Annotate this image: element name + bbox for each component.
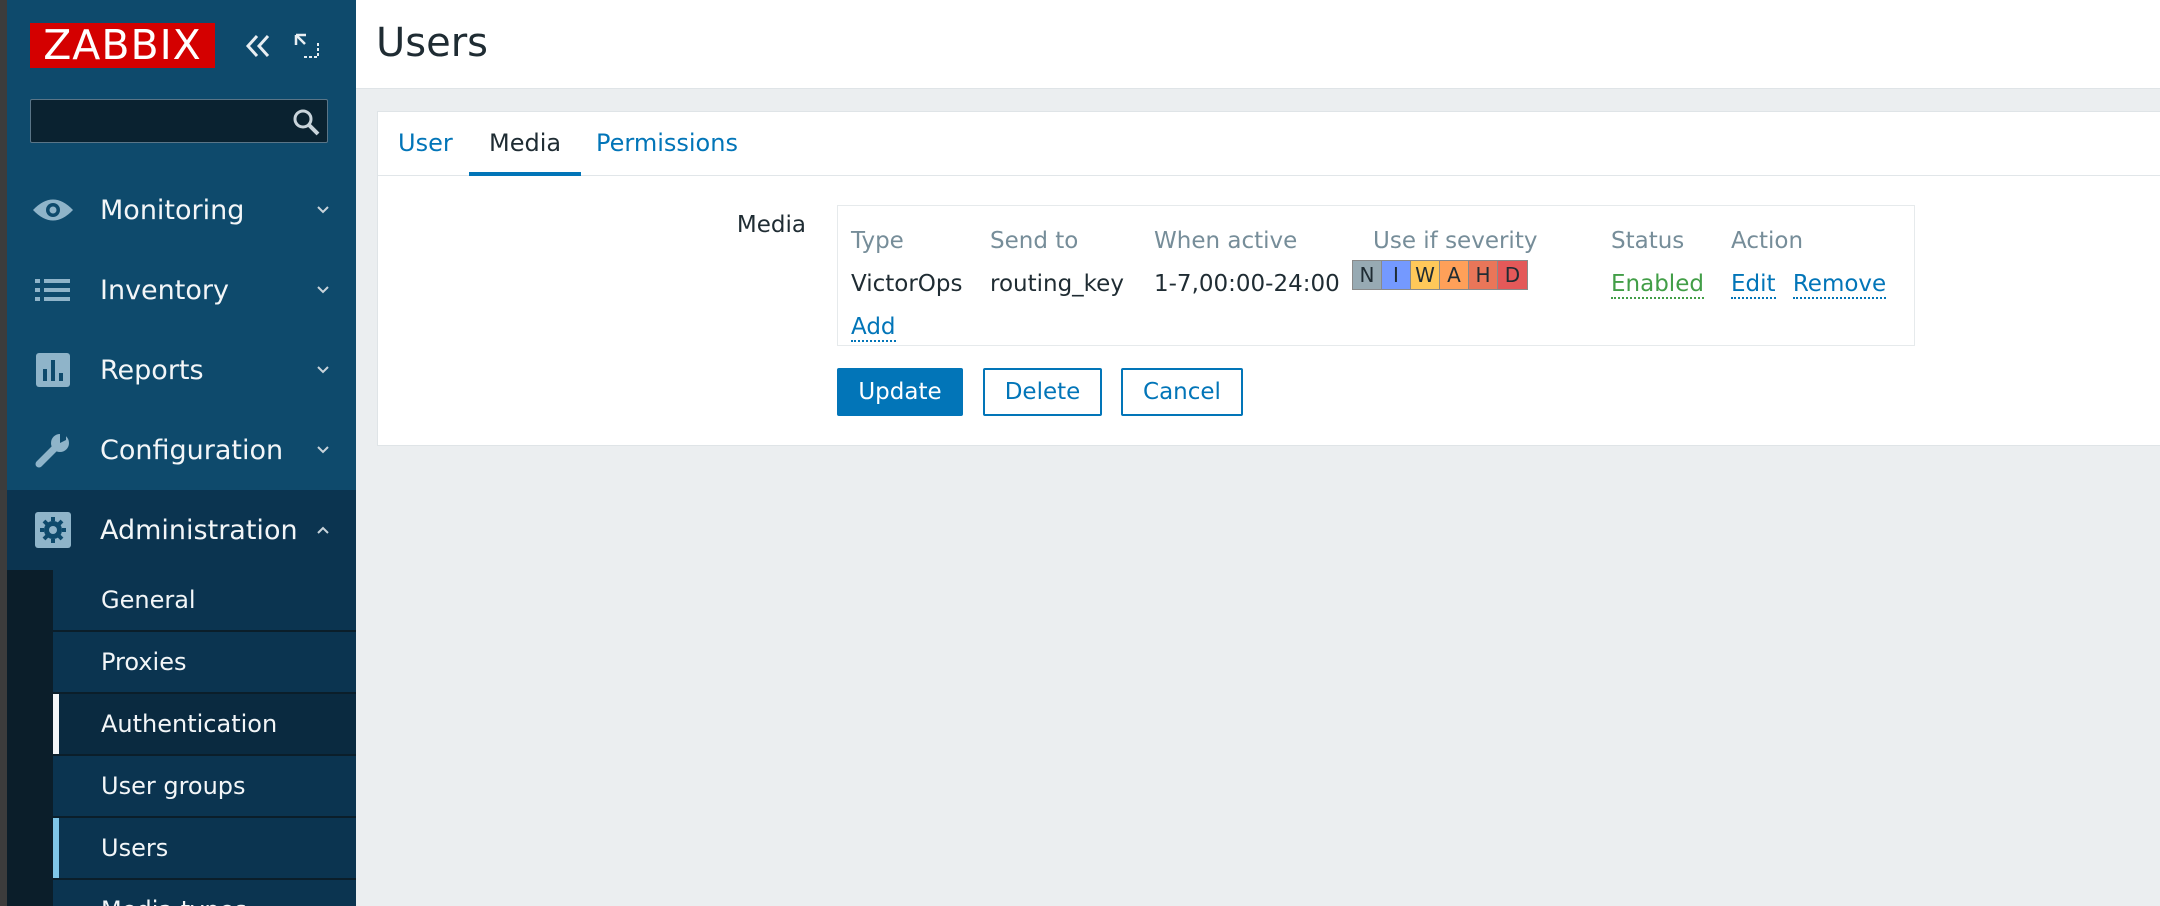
when-active-cell: 1-7,00:00-24:00: [1154, 271, 1340, 297]
bar-chart-icon: [31, 350, 75, 390]
delete-button[interactable]: Delete: [983, 368, 1102, 416]
submenu-general[interactable]: General: [53, 570, 356, 630]
severity-warning: W: [1411, 261, 1440, 289]
tab-bar: User Media Permissions: [378, 112, 2160, 176]
collapse-sidebar-icon[interactable]: [240, 26, 276, 66]
page-header: Users: [356, 0, 2160, 89]
tab-user[interactable]: User: [378, 112, 473, 175]
column-header-when-active: When active: [1154, 228, 1298, 254]
submenu-users[interactable]: Users: [53, 818, 356, 878]
sidebar: ZABBIX Monitoring Inventory Reports Conf…: [7, 0, 356, 906]
search-icon[interactable]: [291, 107, 321, 137]
chevron-down-icon: [317, 446, 329, 454]
submenu-proxies[interactable]: Proxies: [53, 632, 356, 692]
window-edge: [0, 0, 7, 906]
media-table: Type Send to When active Use if severity…: [837, 205, 1915, 346]
zabbix-logo[interactable]: ZABBIX: [30, 23, 215, 68]
menu-configuration[interactable]: Configuration: [7, 410, 356, 490]
menu-label: Monitoring: [100, 194, 245, 226]
remove-media-link[interactable]: Remove: [1792, 271, 1887, 299]
menu-inventory[interactable]: Inventory: [7, 250, 356, 330]
severity-not-classified: N: [1353, 261, 1382, 289]
add-media-link[interactable]: Add: [851, 314, 896, 342]
status-cell: Enabled: [1611, 271, 1704, 299]
list-icon: [31, 270, 75, 310]
sidebar-search: [30, 99, 328, 143]
action-cell: Edit Remove: [1731, 271, 1887, 299]
user-form-panel: User Media Permissions Media Type Send t…: [377, 111, 2160, 446]
column-header-status: Status: [1611, 228, 1685, 254]
hover-marker: [53, 694, 59, 754]
chevron-down-icon: [317, 206, 329, 214]
wrench-icon: [31, 430, 75, 470]
selected-marker: [53, 818, 59, 878]
media-field-label: Media: [736, 212, 806, 238]
submenu-user-groups[interactable]: User groups: [53, 756, 356, 816]
status-toggle-link[interactable]: Enabled: [1611, 271, 1704, 299]
chevron-down-icon: [317, 366, 329, 374]
column-header-action: Action: [1731, 228, 1804, 254]
menu-reports[interactable]: Reports: [7, 330, 356, 410]
severity-average: A: [1440, 261, 1469, 289]
chevron-down-icon: [317, 286, 329, 294]
cancel-button[interactable]: Cancel: [1121, 368, 1243, 416]
submenu-media-types[interactable]: Media types: [53, 880, 356, 906]
severity-indicator: N I W A H D: [1352, 260, 1528, 290]
menu-label: Inventory: [100, 274, 229, 306]
column-header-severity: Use if severity: [1373, 228, 1538, 254]
edit-media-link[interactable]: Edit: [1731, 271, 1776, 299]
severity-high: H: [1469, 261, 1498, 289]
column-header-type: Type: [851, 228, 904, 254]
media-type-cell: VictorOps: [851, 271, 963, 297]
search-input[interactable]: [31, 100, 281, 142]
severity-disaster: D: [1498, 261, 1527, 289]
severity-information: I: [1382, 261, 1411, 289]
send-to-cell: routing_key: [990, 271, 1124, 297]
column-header-send-to: Send to: [990, 228, 1079, 254]
tab-media[interactable]: Media: [469, 112, 582, 176]
menu-monitoring[interactable]: Monitoring: [7, 170, 356, 250]
menu-label: Configuration: [100, 434, 284, 466]
chevron-up-icon: [317, 526, 329, 534]
submenu-authentication[interactable]: Authentication: [53, 694, 356, 754]
add-media-cell: Add: [851, 314, 896, 342]
menu-administration[interactable]: Administration: [7, 490, 356, 570]
update-button[interactable]: Update: [837, 368, 963, 416]
gear-icon: [31, 510, 75, 550]
page-title: Users: [376, 20, 489, 66]
administration-submenu: General Proxies Authentication User grou…: [7, 570, 356, 906]
tab-permissions[interactable]: Permissions: [576, 112, 758, 175]
eye-icon: [31, 190, 75, 230]
kiosk-mode-icon[interactable]: [289, 26, 325, 66]
menu-label: Reports: [100, 354, 204, 386]
menu-label: Administration: [100, 514, 298, 546]
